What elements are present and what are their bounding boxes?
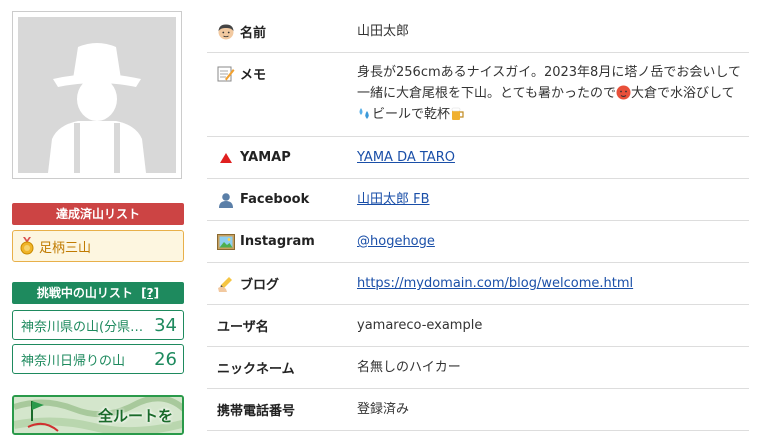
person-face-icon bbox=[218, 24, 234, 39]
memo-text-2: 大倉で水浴びして bbox=[630, 86, 735, 101]
nickname-value: 名無しのハイカー bbox=[357, 360, 461, 375]
achieved-list-title: 達成済山リスト bbox=[55, 207, 140, 221]
phone-value: 登録済み bbox=[357, 402, 410, 417]
username-key: ユーザ名 bbox=[217, 320, 269, 335]
profile-row-instagram: Instagram @hogehoge bbox=[207, 221, 749, 263]
all-routes-map-banner[interactable]: 全ルートを bbox=[12, 395, 184, 435]
challenge-list-item[interactable]: 神奈川県の山(分県登山ガイド) 34 bbox=[12, 310, 184, 340]
memo-key: メモ bbox=[240, 68, 267, 83]
profile-row-name: 名前 山田太郎 bbox=[207, 11, 749, 53]
yamap-link[interactable]: YAMA DA TARO bbox=[357, 150, 455, 165]
blog-link[interactable]: https://mydomain.com/blog/welcome.html bbox=[357, 276, 633, 291]
medal-icon bbox=[20, 237, 34, 255]
phone-key: 携帯電話番号 bbox=[217, 404, 296, 419]
achieved-list-header: 達成済山リスト bbox=[12, 203, 184, 225]
challenge-item-count: 26 bbox=[154, 348, 177, 370]
profile-row-blog: ブログ https://mydomain.com/blog/welcome.ht… bbox=[207, 263, 749, 305]
memo-value: 身長が256cmあるナイスガイ。2023年8月に塔ノ岳でお会いして一緒に大倉尾根… bbox=[357, 62, 749, 125]
writing-hand-icon bbox=[218, 276, 232, 292]
blog-key: ブログ bbox=[240, 278, 280, 293]
nickname-key: ニックネーム bbox=[217, 362, 295, 377]
sweat-droplets-icon bbox=[359, 108, 369, 119]
profile-row-yamap: YAMAP YAMA DA TARO bbox=[207, 137, 749, 179]
achieved-item-label: 足柄三山 bbox=[39, 240, 92, 256]
red-triangle-icon bbox=[220, 152, 232, 163]
map-banner-label: 全ルートを bbox=[98, 407, 174, 425]
yamap-key: YAMAP bbox=[240, 150, 291, 165]
challenge-list-title: 挑戦中の山リスト bbox=[36, 286, 133, 300]
challenge-list-header: 挑戦中の山リスト [?] bbox=[12, 282, 184, 304]
beer-mug-icon bbox=[451, 107, 464, 120]
instagram-link[interactable]: @hogehoge bbox=[357, 234, 435, 249]
profile-row-facebook: Facebook 山田太郎 FB bbox=[207, 179, 749, 221]
challenge-list-item[interactable]: 神奈川日帰りの山 26 bbox=[12, 344, 184, 374]
person-silhouette-icon bbox=[219, 192, 233, 208]
memo-icon bbox=[217, 66, 235, 81]
profile-row-username: ユーザ名 yamareco-example bbox=[207, 305, 749, 347]
achieved-list-item[interactable]: 足柄三山 bbox=[12, 230, 184, 262]
challenge-item-label: 神奈川日帰りの山 bbox=[21, 353, 126, 369]
memo-text-3: ビールで乾杯 bbox=[372, 107, 451, 122]
challenge-help-link[interactable]: [?] bbox=[141, 286, 159, 300]
default-avatar-icon bbox=[18, 17, 176, 173]
profile-row-memo: メモ 身長が256cmあるナイスガイ。2023年8月に塔ノ岳でお会いして一緒に大… bbox=[207, 53, 749, 137]
framed-picture-icon bbox=[217, 233, 235, 250]
instagram-key: Instagram bbox=[240, 234, 315, 249]
facebook-key: Facebook bbox=[240, 192, 310, 207]
profile-table: 名前 山田太郎 メモ 身長が256cmあるナイスガイ。2023年8月に塔ノ岳でお… bbox=[207, 11, 749, 431]
name-value: 山田太郎 bbox=[357, 24, 410, 39]
profile-avatar bbox=[12, 11, 182, 179]
name-key: 名前 bbox=[240, 26, 267, 41]
profile-row-nickname: ニックネーム 名無しのハイカー bbox=[207, 347, 749, 389]
profile-row-phone: 携帯電話番号 登録済み bbox=[207, 389, 749, 431]
challenge-item-label: 神奈川県の山(分県登山ガイド) bbox=[21, 319, 145, 335]
username-value: yamareco-example bbox=[357, 318, 483, 333]
challenge-item-count: 34 bbox=[154, 314, 177, 336]
facebook-link[interactable]: 山田太郎 FB bbox=[357, 192, 430, 207]
hot-face-icon bbox=[616, 85, 631, 100]
